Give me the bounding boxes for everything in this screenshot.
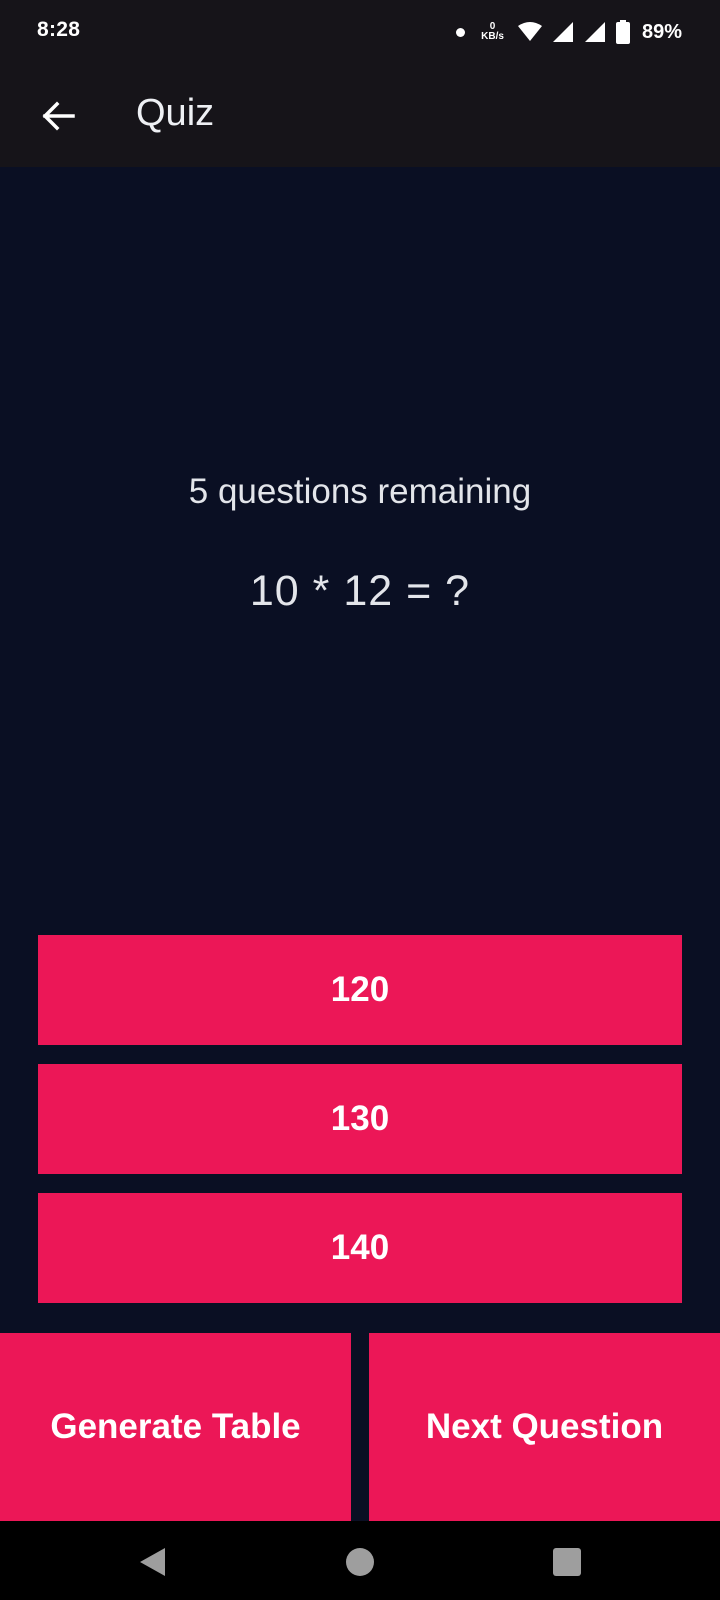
status-icons: 0 KB/s 89% [456, 14, 682, 50]
system-nav-bar [0, 1521, 720, 1600]
answer-label: 140 [330, 1228, 390, 1267]
quiz-screen: 8:28 0 KB/s 89% Quiz 5 questions remaini… [0, 0, 720, 1600]
signal-icon [552, 22, 573, 42]
signal-icon-2 [584, 22, 605, 42]
generate-table-label: Generate Table [50, 1407, 301, 1446]
status-time: 8:28 [37, 18, 81, 41]
status-bar: 8:28 0 KB/s 89% [0, 0, 720, 64]
generate-table-button[interactable]: Generate Table [0, 1333, 351, 1521]
net-speed-unit: KB/s [481, 31, 504, 42]
triangle-back-icon [140, 1548, 165, 1576]
answer-label: 130 [330, 1099, 390, 1138]
page-title: Quiz [136, 92, 215, 134]
answer-button-2[interactable]: 130 [38, 1064, 682, 1174]
answer-label: 120 [330, 970, 390, 1009]
answer-button-1[interactable]: 120 [38, 935, 682, 1045]
next-question-button[interactable]: Next Question [369, 1333, 720, 1521]
battery-icon [615, 20, 630, 44]
nav-back-button[interactable] [127, 1537, 177, 1587]
question-text: 10 * 12 = ? [249, 567, 471, 615]
square-recents-icon [553, 1548, 581, 1576]
app-bar: Quiz [0, 64, 720, 167]
arrow-left-icon [42, 101, 75, 131]
back-button[interactable] [28, 86, 88, 146]
nav-recents-button[interactable] [542, 1537, 592, 1587]
notification-dot-icon [456, 27, 466, 37]
answer-button-3[interactable]: 140 [38, 1193, 682, 1303]
battery-percent: 89% [641, 20, 682, 43]
questions-remaining-text: 5 questions remaining [188, 472, 532, 511]
nav-home-button[interactable] [335, 1537, 385, 1587]
next-question-label: Next Question [425, 1407, 664, 1446]
circle-home-icon [346, 1548, 374, 1576]
wifi-icon [517, 22, 542, 41]
net-speed-indicator: 0 KB/s [481, 22, 504, 42]
